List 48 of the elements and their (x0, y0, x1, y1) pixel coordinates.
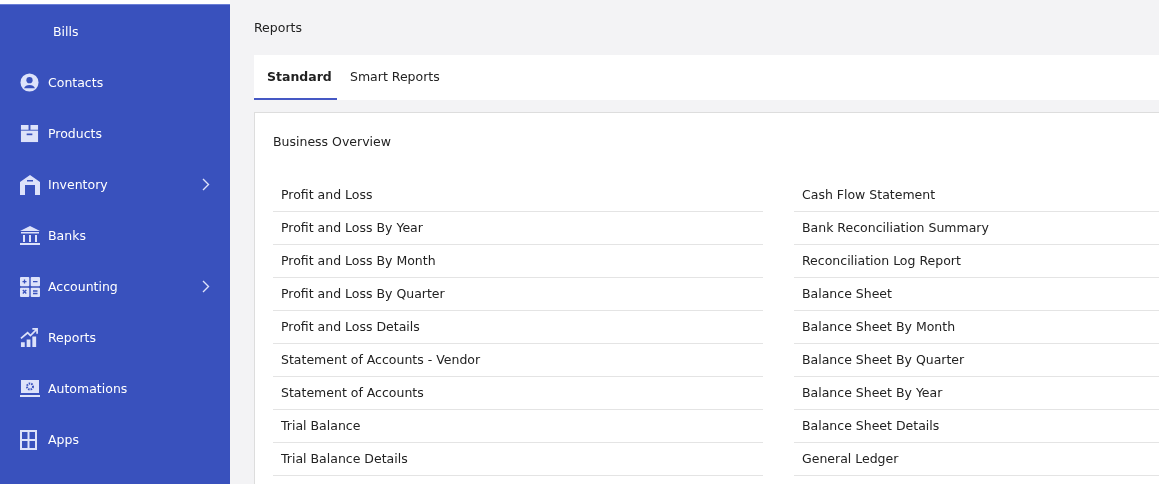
sidebar-item-label: Apps (48, 432, 80, 447)
report-link[interactable]: Profit and Loss By Month (273, 245, 763, 278)
sidebar-item[interactable]: Products (0, 108, 230, 159)
report-link[interactable]: Profit and Loss By Quarter (273, 278, 763, 311)
sidebar-item-label: Automations (48, 381, 129, 396)
report-link[interactable]: Balance Sheet By Month (794, 311, 1159, 344)
sidebar-item-label: Reports (48, 330, 97, 345)
sidebar-item[interactable]: Automations (0, 363, 230, 414)
sidebar-item[interactable]: Accounting (0, 261, 230, 312)
report-link[interactable]: Balance Sheet By Quarter (794, 344, 1159, 377)
sidebar-item[interactable]: Reports (0, 312, 230, 363)
tab[interactable]: Smart Reports (337, 55, 453, 100)
report-link[interactable]: Profit and Loss By Year (273, 212, 763, 245)
sidebar-item[interactable]: Bills (0, 19, 230, 43)
report-link[interactable]: Balance Sheet By Year (794, 377, 1159, 410)
sidebar-item-label: Inventory (48, 177, 109, 192)
sidebar-item-label: Accounting (48, 279, 119, 294)
box-icon (20, 124, 39, 143)
report-link[interactable]: Bank Reconciliation Summary (794, 212, 1159, 245)
sidebar-item[interactable]: Inventory (0, 159, 230, 210)
sidebar-item[interactable]: Apps (0, 414, 230, 465)
laptop-gear-icon (20, 379, 40, 398)
report-link[interactable]: General Ledger (794, 443, 1159, 476)
report-link[interactable]: Profit and Loss Details (273, 311, 763, 344)
sidebar-item[interactable]: Banks (0, 210, 230, 261)
grid-icon (20, 429, 37, 450)
sidebar-item-label: Products (48, 126, 103, 141)
report-link[interactable]: Reconciliation Log Report (794, 245, 1159, 278)
sidebar-item-label: Contacts (48, 75, 105, 90)
person-icon (20, 73, 39, 92)
page-title: Reports (254, 20, 303, 36)
report-link[interactable]: Statement of Accounts (273, 377, 763, 410)
report-link[interactable]: Profit and Loss (273, 179, 763, 212)
sidebar-item-label: Bills (52, 23, 80, 39)
warehouse-icon (20, 174, 40, 195)
report-link[interactable]: Trial Balance Details (273, 443, 763, 476)
report-link[interactable]: Statement of Accounts - Vendor (273, 344, 763, 377)
report-link[interactable]: Trial Balance (273, 410, 763, 443)
calculator-icon (20, 276, 40, 297)
sidebar-item-label: Banks (48, 228, 87, 243)
report-link[interactable]: Balance Sheet Details (794, 410, 1159, 443)
sidebar-item[interactable]: Contacts (0, 57, 230, 108)
tab[interactable]: Standard (254, 55, 337, 100)
growth-chart-icon (20, 328, 39, 347)
bank-icon (20, 226, 40, 245)
section-title: Business Overview (273, 134, 392, 149)
report-link[interactable]: Cash Flow Statement (794, 179, 1159, 212)
report-link[interactable]: Balance Sheet (794, 278, 1159, 311)
